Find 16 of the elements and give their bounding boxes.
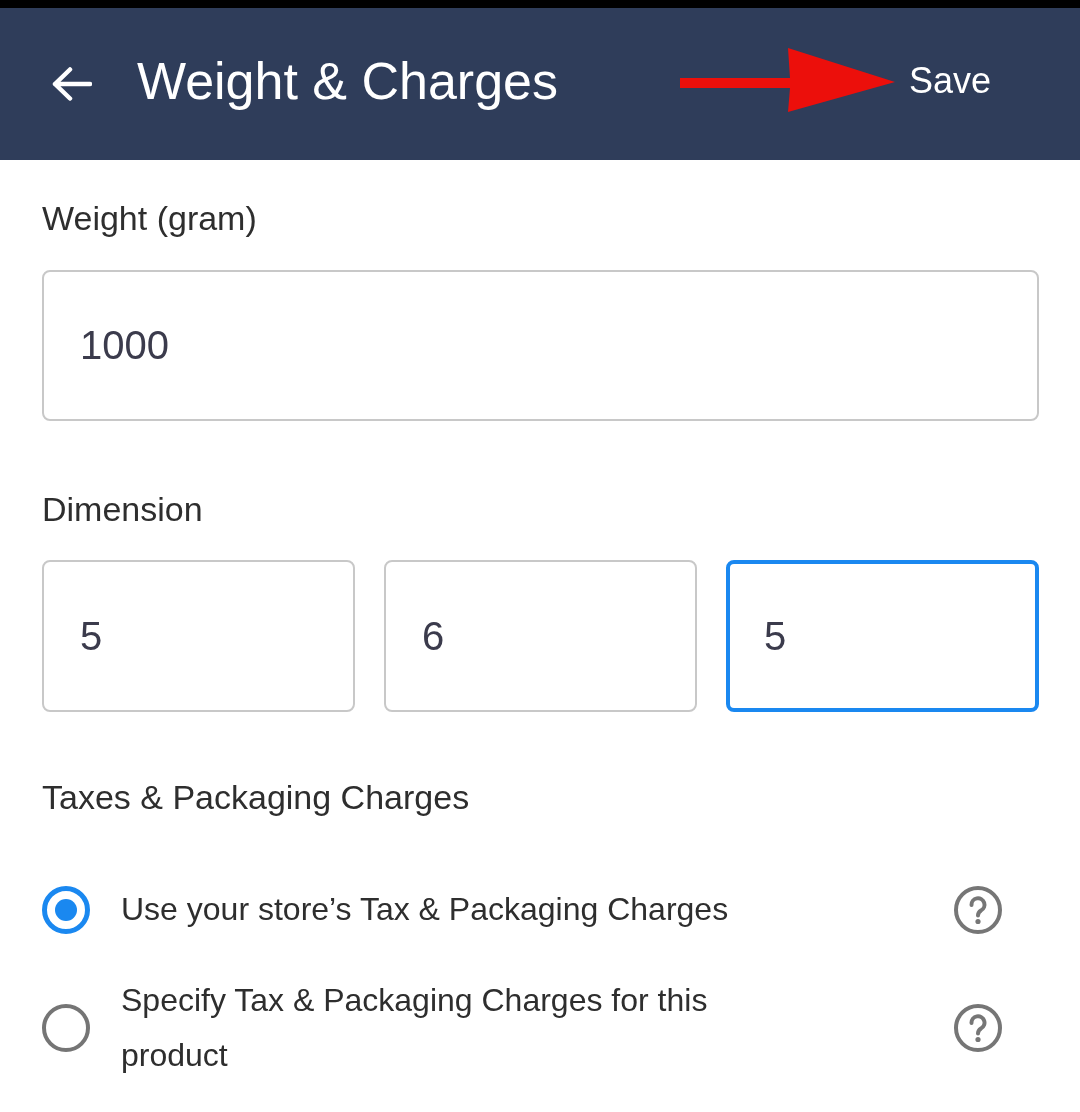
help-icon[interactable] (954, 1004, 1002, 1052)
section-label: Taxes & Packaging Charges (42, 777, 470, 817)
option-label[interactable]: Specify Tax & Packaging Charges for this product (121, 973, 821, 1083)
back-arrow-icon[interactable] (52, 67, 92, 101)
radio-button[interactable] (42, 885, 90, 934)
option-label[interactable]: Use your store’s Tax & Packaging Charges (121, 882, 729, 937)
input-field[interactable]: 1000 (42, 270, 1039, 421)
screen-title: Weight & Charges (137, 51, 559, 111)
field-label: Dimension (42, 489, 203, 529)
help-icon[interactable] (954, 885, 1002, 934)
radio-button[interactable] (42, 1004, 90, 1052)
input-field[interactable]: 5 (726, 560, 1039, 712)
input-field[interactable]: 6 (384, 560, 697, 712)
save-button[interactable]: Save (908, 60, 991, 102)
input-field[interactable]: 5 (42, 560, 355, 712)
field-label: Weight (gram) (42, 198, 257, 238)
